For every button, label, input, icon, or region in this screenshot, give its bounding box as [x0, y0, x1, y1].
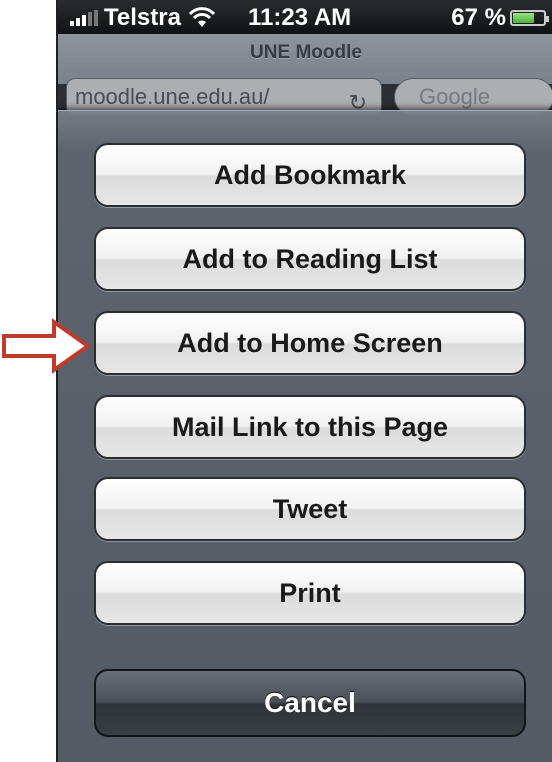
cancel-button[interactable]: Cancel	[94, 669, 526, 737]
add-bookmark-button[interactable]: Add Bookmark	[94, 143, 526, 207]
battery-group: 67 %	[451, 4, 549, 32]
phone-screen: Telstra 11:23 AM 67 % UNE Moodle moodle.…	[56, 0, 552, 762]
action-sheet: Add Bookmark Add to Reading List Add to …	[58, 110, 552, 762]
carrier-group: Telstra	[70, 4, 217, 32]
status-time: 11:23 AM	[248, 4, 352, 31]
add-to-home-screen-button[interactable]: Add to Home Screen	[94, 311, 526, 375]
arrow-icon	[2, 318, 92, 374]
battery-icon	[510, 10, 549, 26]
signal-icon	[70, 10, 98, 26]
add-to-reading-list-button[interactable]: Add to Reading List	[94, 227, 526, 291]
battery-percent: 67 %	[451, 4, 506, 31]
tweet-button[interactable]: Tweet	[94, 477, 526, 541]
wifi-icon	[188, 7, 216, 27]
mail-link-button[interactable]: Mail Link to this Page	[94, 395, 526, 459]
carrier-name: Telstra	[104, 4, 181, 31]
status-bar: Telstra 11:23 AM 67 %	[58, 0, 552, 34]
print-button[interactable]: Print	[94, 561, 526, 625]
